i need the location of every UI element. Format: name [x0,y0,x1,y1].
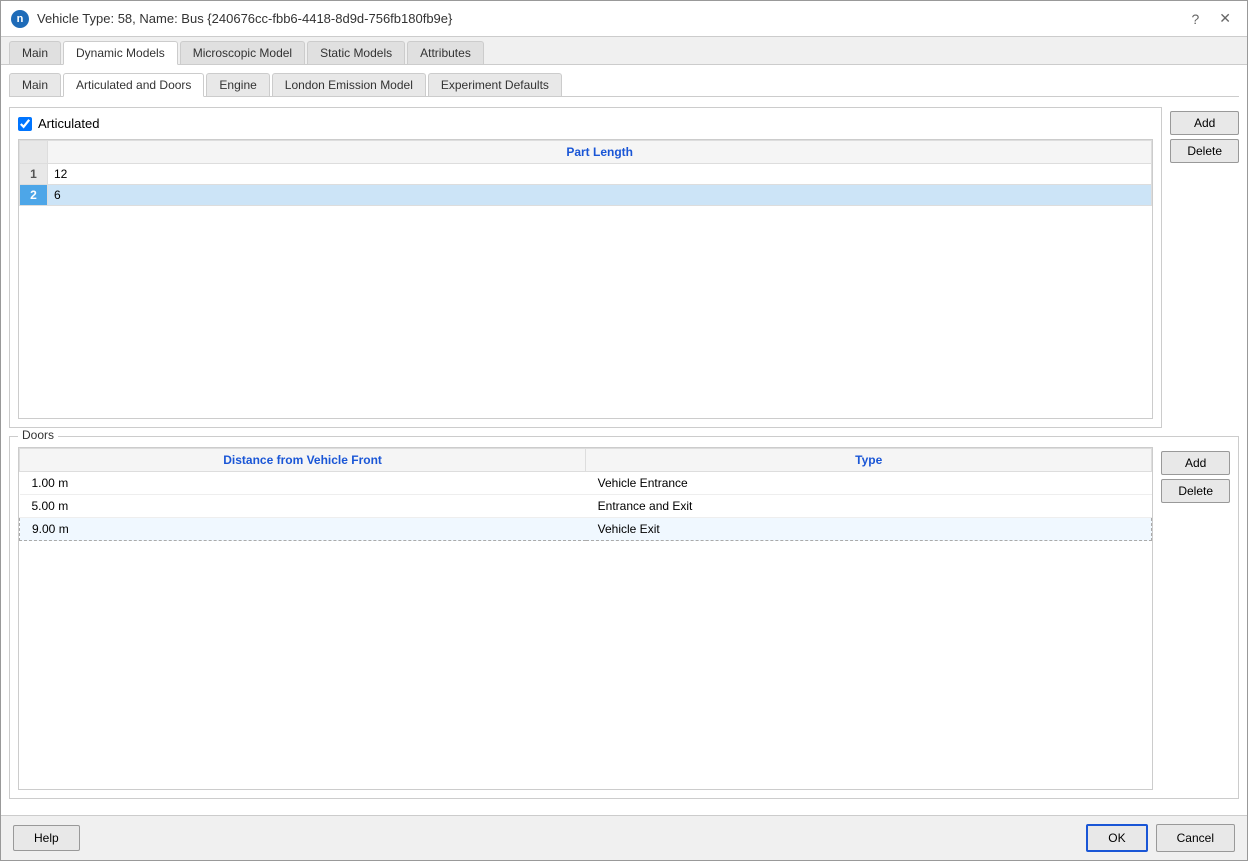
part-length-header: Part Length [48,141,1152,164]
sub-tab-engine[interactable]: Engine [206,73,269,96]
door-type[interactable]: Entrance and Exit [586,495,1152,518]
row-num: 2 [20,185,48,206]
sub-tab-main[interactable]: Main [9,73,61,96]
help-icon-btn[interactable]: ? [1185,9,1205,29]
door-type[interactable]: Vehicle Entrance [586,472,1152,495]
row-num: 1 [20,164,48,185]
tab-static-models[interactable]: Static Models [307,41,405,64]
footer: Help OK Cancel [1,815,1247,860]
part-length-value[interactable]: 6 [48,185,1152,206]
articulated-add-btn[interactable]: Add [1170,111,1239,135]
part-num-header [20,141,48,164]
footer-left: Help [13,825,80,851]
articulated-label: Articulated [38,116,99,131]
door-distance[interactable]: 5.00 m [20,495,586,518]
doors-table: Distance from Vehicle Front Type 1.00 mV… [19,448,1152,541]
sub-tab-experiment-defaults[interactable]: Experiment Defaults [428,73,562,96]
doors-table-row[interactable]: 9.00 mVehicle Exit [20,518,1152,541]
tab-main[interactable]: Main [9,41,61,64]
tab-dynamic-models[interactable]: Dynamic Models [63,41,178,65]
door-distance[interactable]: 1.00 m [20,472,586,495]
part-length-table: Part Length 11226 [19,140,1152,206]
doors-delete-btn[interactable]: Delete [1161,479,1230,503]
tab-attributes[interactable]: Attributes [407,41,484,64]
sub-tab-london-emission[interactable]: London Emission Model [272,73,426,96]
app-icon: n [11,10,29,28]
part-length-value[interactable]: 12 [48,164,1152,185]
doors-table-row[interactable]: 5.00 mEntrance and Exit [20,495,1152,518]
articulated-buttons: Add Delete [1170,107,1239,163]
main-tab-bar: Main Dynamic Models Microscopic Model St… [1,37,1247,65]
doors-add-btn[interactable]: Add [1161,451,1230,475]
articulated-delete-btn[interactable]: Delete [1170,139,1239,163]
title-bar-controls: ? ✕ [1185,8,1237,29]
doors-section-label: Doors [18,428,58,442]
tab-microscopic-model[interactable]: Microscopic Model [180,41,305,64]
help-btn[interactable]: Help [13,825,80,851]
main-window: n Vehicle Type: 58, Name: Bus {240676cc-… [0,0,1248,861]
sub-tab-bar: Main Articulated and Doors Engine London… [9,73,1239,97]
cancel-btn[interactable]: Cancel [1156,824,1235,852]
window-title: Vehicle Type: 58, Name: Bus {240676cc-fb… [37,11,452,26]
part-table-row[interactable]: 26 [20,185,1152,206]
part-table-row[interactable]: 112 [20,164,1152,185]
title-bar: n Vehicle Type: 58, Name: Bus {240676cc-… [1,1,1247,37]
part-length-table-container: Part Length 11226 [18,139,1153,419]
doors-col-distance: Distance from Vehicle Front [20,449,586,472]
close-btn[interactable]: ✕ [1213,8,1237,29]
articulated-checkbox-row: Articulated [18,116,1153,131]
doors-col-type: Type [586,449,1152,472]
door-type[interactable]: Vehicle Exit [586,518,1152,541]
doors-buttons: Add Delete [1161,447,1230,503]
ok-btn[interactable]: OK [1086,824,1147,852]
articulated-checkbox[interactable] [18,117,32,131]
doors-table-row[interactable]: 1.00 mVehicle Entrance [20,472,1152,495]
footer-right: OK Cancel [1086,824,1235,852]
door-distance[interactable]: 9.00 m [20,518,586,541]
content-area: Main Articulated and Doors Engine London… [1,65,1247,815]
sub-tab-articulated-doors[interactable]: Articulated and Doors [63,73,204,97]
title-bar-left: n Vehicle Type: 58, Name: Bus {240676cc-… [11,10,452,28]
